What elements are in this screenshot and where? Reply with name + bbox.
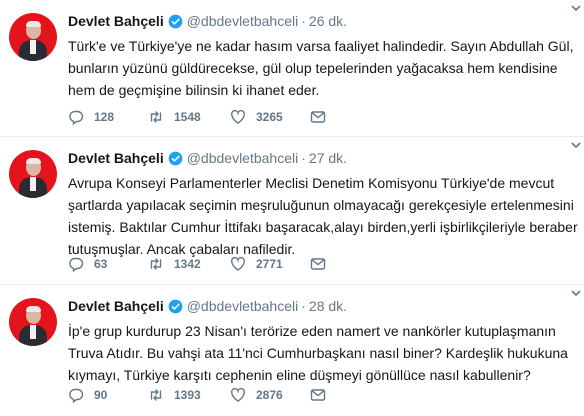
- like-count: 2876: [256, 388, 283, 402]
- tweet-text-line: şartlarda yapılacak seçimin meşruluğunun…: [68, 197, 574, 213]
- retweet-icon: [150, 258, 162, 270]
- reply-button[interactable]: 63: [68, 256, 148, 272]
- like-button[interactable]: 2876: [230, 387, 310, 403]
- tweet-content: Devlet Bahçeli @dbdevletbahceli · 26 dk.…: [68, 11, 573, 101]
- reply-icon: [69, 257, 84, 272]
- tweet-text-line: hem de geçmişine bilinsin ki ihanet eder…: [68, 82, 320, 98]
- direct-message-button[interactable]: [310, 109, 326, 125]
- reply-count: 128: [94, 110, 115, 124]
- avatar-shirt: [30, 325, 36, 339]
- chevron-down-icon[interactable]: [570, 139, 582, 151]
- avatar[interactable]: [9, 298, 57, 346]
- tweet-text: İp'e grup kurdurup 23 Nisan'ı terörize e…: [68, 320, 574, 386]
- avatar-hair: [26, 306, 41, 312]
- retweet-count: 1548: [174, 110, 201, 124]
- retweet-icon: [150, 111, 162, 123]
- tweet-timestamp[interactable]: 27 dk.: [309, 150, 347, 166]
- avatar-hair: [26, 158, 41, 164]
- direct-message-icon: [310, 258, 326, 270]
- like-button[interactable]: 2771: [230, 256, 310, 272]
- author-name[interactable]: Devlet Bahçeli: [68, 150, 164, 166]
- verified-badge-icon: [168, 151, 183, 165]
- reply-button[interactable]: 128: [68, 109, 148, 125]
- direct-message-button[interactable]: [310, 256, 326, 272]
- tweet-timestamp[interactable]: 28 dk.: [309, 298, 347, 314]
- reply-icon: [69, 388, 84, 403]
- avatar[interactable]: [9, 13, 57, 61]
- retweet-count: 1393: [174, 388, 201, 402]
- author-handle[interactable]: @dbdevletbahceli: [187, 13, 299, 29]
- tweet-text-line: Türk'e ve Türkiye'ye ne kadar hasım vars…: [68, 38, 574, 54]
- tweet-card[interactable]: Devlet Bahçeli @dbdevletbahceli · 26 dk.…: [0, 0, 584, 137]
- retweet-button[interactable]: 1548: [148, 109, 230, 125]
- separator-dot: ·: [301, 298, 306, 314]
- reply-count: 63: [94, 257, 108, 271]
- tweet-text-line: bunların yüzünü güldürecekse, gül olup t…: [68, 60, 558, 76]
- direct-message-button[interactable]: [310, 387, 326, 403]
- direct-message-icon: [310, 111, 326, 123]
- avatar-shirt: [30, 40, 36, 54]
- like-button[interactable]: 3265: [230, 109, 310, 125]
- tweet-text-line: Truva Atıdır. Bu vahşi ata 11'nci Cumhur…: [68, 345, 568, 361]
- like-count: 3265: [256, 110, 283, 124]
- avatar-hair: [26, 21, 41, 27]
- tweet-timestamp[interactable]: 26 dk.: [309, 13, 347, 29]
- author-name[interactable]: Devlet Bahçeli: [68, 13, 164, 29]
- like-icon: [231, 109, 245, 124]
- tweet-actions: 63 1342 2771: [68, 254, 326, 274]
- tweet-text-line: Avrupa Konseyi Parlamenterler Meclisi De…: [68, 175, 555, 191]
- reply-button[interactable]: 90: [68, 387, 148, 403]
- tweet-header: Devlet Bahçeli @dbdevletbahceli · 28 dk.: [68, 296, 573, 316]
- avatar-shirt: [30, 177, 36, 191]
- author-name[interactable]: Devlet Bahçeli: [68, 298, 164, 314]
- tweet-text: Avrupa Konseyi Parlamenterler Meclisi De…: [68, 172, 578, 260]
- tweet-card[interactable]: Devlet Bahçeli @dbdevletbahceli · 27 dk.…: [0, 137, 584, 285]
- tweet-timeline: Devlet Bahçeli @dbdevletbahceli · 26 dk.…: [0, 0, 584, 416]
- tweet-text-line: istemiş. Baktılar Cumhur İttifakı başara…: [68, 219, 578, 235]
- avatar[interactable]: [9, 150, 57, 198]
- tweet-actions: 128 1548 3265: [68, 107, 326, 127]
- tweet-actions: 90 1393 2876: [68, 385, 326, 405]
- reply-icon: [69, 110, 84, 125]
- retweet-icon: [150, 389, 162, 401]
- direct-message-icon: [310, 389, 326, 401]
- reply-count: 90: [94, 388, 108, 402]
- author-handle[interactable]: @dbdevletbahceli: [187, 150, 299, 166]
- separator-dot: ·: [301, 13, 306, 29]
- tweet-header: Devlet Bahçeli @dbdevletbahceli · 26 dk.: [68, 11, 573, 31]
- retweet-count: 1342: [174, 257, 201, 271]
- retweet-button[interactable]: 1342: [148, 256, 230, 272]
- tweet-card[interactable]: Devlet Bahçeli @dbdevletbahceli · 28 dk.…: [0, 285, 584, 416]
- verified-badge-icon: [168, 299, 183, 313]
- tweet-content: Devlet Bahçeli @dbdevletbahceli · 28 dk.…: [68, 296, 573, 386]
- tweet-text-line: kıymayı, Türkiye karşıtı cephenin eline …: [68, 367, 531, 383]
- chevron-down-icon[interactable]: [570, 2, 582, 14]
- separator-dot: ·: [301, 150, 306, 166]
- like-count: 2771: [256, 257, 283, 271]
- tweet-content: Devlet Bahçeli @dbdevletbahceli · 27 dk.…: [68, 148, 578, 260]
- tweet-text: Türk'e ve Türkiye'ye ne kadar hasım vars…: [68, 35, 574, 101]
- author-handle[interactable]: @dbdevletbahceli: [187, 298, 299, 314]
- like-icon: [231, 256, 245, 271]
- chevron-down-icon[interactable]: [570, 287, 582, 299]
- tweet-text-line: İp'e grup kurdurup 23 Nisan'ı terörize e…: [68, 323, 556, 339]
- like-icon: [231, 387, 245, 402]
- verified-badge-icon: [168, 14, 183, 28]
- tweet-header: Devlet Bahçeli @dbdevletbahceli · 27 dk.: [68, 148, 573, 168]
- retweet-button[interactable]: 1393: [148, 387, 230, 403]
